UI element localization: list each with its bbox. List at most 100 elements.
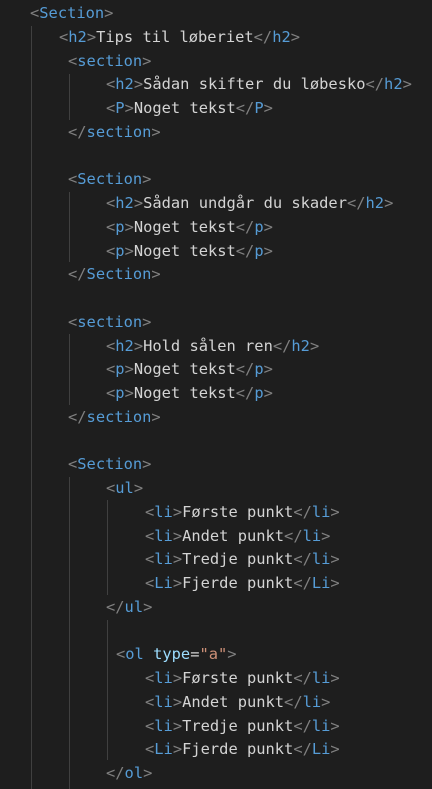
code-token: < (106, 241, 116, 260)
indent-guide (69, 334, 70, 405)
code-token: Første punkt (182, 502, 294, 521)
code-token: ol (125, 645, 144, 664)
code-line[interactable]: <li>Tredje punkt</li> (145, 715, 340, 739)
code-token: < (145, 716, 155, 735)
code-token: < (59, 27, 69, 46)
code-editor[interactable]: <Section> <h2>Tips til løberiet</h2> <sect… (0, 0, 432, 789)
code-line[interactable]: <li>Tredje punkt</li> (145, 548, 340, 572)
code-token: > (124, 360, 134, 379)
code-token: > (263, 384, 273, 402)
code-token: < (68, 170, 78, 189)
code-token: </ (235, 241, 255, 260)
code-token: ol (124, 764, 144, 782)
code-token: li (311, 716, 331, 735)
code-token: li (154, 526, 173, 545)
code-line[interactable]: <Section> (30, 2, 113, 26)
code-line[interactable]: <section> (68, 50, 151, 74)
code-token: > (124, 384, 134, 402)
code-token: </ (235, 360, 255, 379)
code-token: > (124, 217, 134, 236)
code-line[interactable]: <p>Noget tekst</p> (106, 358, 273, 382)
code-line[interactable]: <Li>Fjerde punkt</Li> (145, 572, 340, 596)
code-token: < (106, 99, 116, 117)
code-token: Fjerde punkt (182, 574, 294, 592)
code-line[interactable]: <li>Andet punkt</li> (145, 691, 330, 715)
code-token: </ (106, 597, 125, 616)
code-token: </ (253, 27, 273, 46)
code-token: h2 (365, 194, 385, 212)
code-token: > (384, 194, 394, 212)
code-line[interactable]: <h2>Tips til løberiet</h2> (59, 26, 300, 50)
code-token: > (263, 241, 273, 260)
code-token: < (68, 312, 78, 331)
code-token: > (172, 740, 183, 759)
code-token: </ (235, 217, 255, 236)
code-token: > (172, 526, 183, 545)
code-token: </ (284, 526, 303, 545)
code-token: section (86, 407, 152, 426)
code-token: < (145, 692, 155, 711)
code-token: h2 (115, 75, 134, 94)
code-token: li (154, 692, 173, 711)
code-token: > (172, 550, 183, 569)
code-token: > (143, 764, 153, 782)
code-token: > (290, 27, 301, 46)
code-token: h2 (272, 27, 291, 46)
code-token: "a" (199, 645, 228, 664)
code-token: Tredje punkt (182, 550, 294, 569)
code-line[interactable]: <li>Første punkt</li> (145, 501, 340, 525)
code-line[interactable]: <h2>Hold sålen ren</h2> (106, 335, 319, 359)
code-token: Li (311, 574, 331, 592)
code-token: < (106, 384, 116, 402)
code-token: ul (124, 597, 144, 616)
code-token: Første punkt (182, 669, 294, 687)
code-token: < (116, 645, 126, 664)
code-token: Sådan skifter du løbesko (143, 75, 366, 94)
code-token: section (86, 122, 152, 141)
code-line[interactable]: <li>Første punkt</li> (145, 667, 340, 691)
code-token: p (254, 384, 264, 402)
code-token: > (142, 312, 152, 331)
code-token: > (124, 99, 134, 117)
code-token: </ (365, 75, 385, 94)
code-token: section (77, 51, 143, 70)
code-token: Noget tekst (133, 99, 236, 117)
code-token: < (145, 740, 155, 759)
code-token: > (133, 479, 144, 497)
code-line[interactable]: <p>Noget tekst</p> (106, 216, 273, 240)
code-token: > (124, 241, 134, 260)
code-line[interactable]: <Section> (68, 453, 151, 477)
code-line[interactable]: <li>Andet punkt</li> (145, 525, 330, 549)
code-token: > (330, 502, 340, 521)
code-token: Li (154, 740, 173, 759)
code-line[interactable]: <h2>Sådan undgår du skader</h2> (106, 192, 393, 216)
code-token: < (145, 526, 155, 545)
code-line[interactable]: </section> (68, 406, 161, 430)
code-line[interactable]: <P>Noget tekst</P> (106, 97, 273, 121)
code-line[interactable]: </ul> (106, 596, 152, 620)
code-token: > (86, 27, 97, 46)
code-line[interactable]: <Section> (68, 168, 151, 192)
code-line[interactable]: <p>Noget tekst</p> (106, 240, 273, 264)
code-token: h2 (115, 336, 134, 355)
code-token: Noget tekst (133, 384, 236, 402)
code-token: > (263, 360, 273, 379)
code-line[interactable]: </section> (68, 121, 161, 145)
code-token: > (133, 194, 144, 212)
code-line[interactable]: <h2>Sådan skifter du løbesko</h2> (106, 73, 412, 97)
code-line[interactable]: <Li>Fjerde punkt</Li> (145, 738, 340, 762)
code-token: > (309, 336, 320, 355)
indent-guide (31, 26, 32, 789)
code-token: > (172, 502, 183, 521)
code-line[interactable]: <ol type="a"> (116, 643, 237, 667)
code-token: > (172, 692, 183, 711)
code-line[interactable]: </ol> (106, 762, 152, 786)
code-token: li (154, 716, 173, 735)
code-line[interactable]: </Section> (68, 263, 161, 287)
code-line[interactable]: <p>Noget tekst</p> (106, 382, 273, 406)
code-token: </ (272, 336, 292, 355)
code-line[interactable]: <section> (68, 311, 151, 335)
indent-guide (69, 192, 70, 262)
code-line[interactable]: <ul> (106, 477, 143, 501)
code-token: li (154, 502, 173, 521)
